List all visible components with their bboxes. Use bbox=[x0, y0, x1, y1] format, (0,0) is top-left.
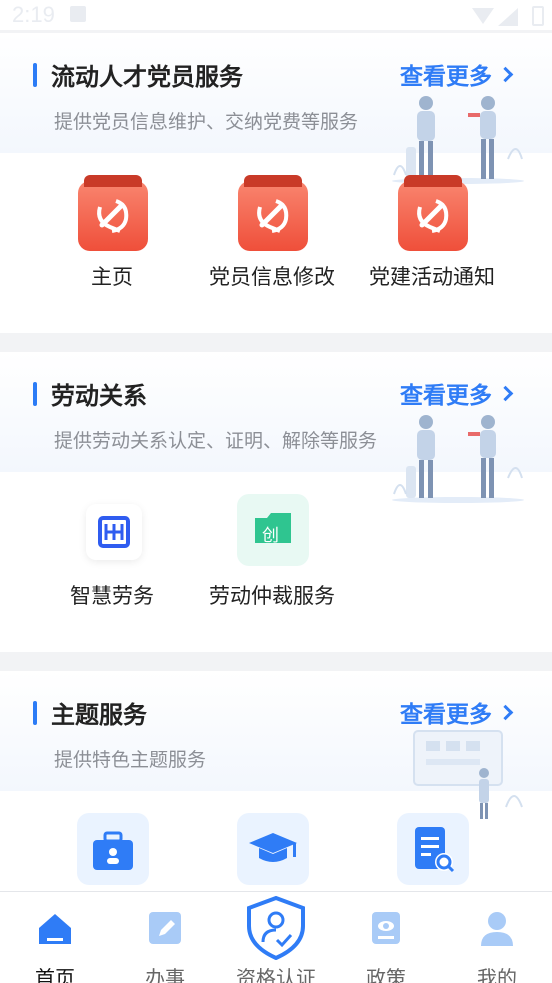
section-theme-service: 主题服务 查看更多 提供特色主题服务 bbox=[0, 671, 552, 891]
policy-book-icon bbox=[372, 912, 400, 944]
section-header: 劳动关系 查看更多 提供劳动关系认定、证明、解除等服务 bbox=[0, 352, 552, 503]
service-item-label: 党员信息修改 bbox=[209, 265, 335, 289]
signal-icon bbox=[498, 8, 518, 26]
nav-services[interactable]: 办事 bbox=[110, 892, 220, 983]
nav-label: 资格认证 bbox=[236, 966, 316, 983]
nav-label: 我的 bbox=[477, 966, 517, 983]
status-bar: 2:19 bbox=[0, 0, 552, 30]
section-party-service: 流动人才党员服务 查看更多 提供党员信息维护、交纳党费等服务 主页 党员信息修改… bbox=[0, 33, 552, 333]
home-icon bbox=[39, 914, 71, 944]
service-item-label: 劳动仲裁服务 bbox=[209, 584, 335, 608]
section-subtitle: 提供劳动关系认定、证明、解除等服务 bbox=[54, 430, 378, 452]
user-icon bbox=[481, 912, 513, 946]
service-item-label: 智慧劳务 bbox=[70, 584, 154, 608]
status-time: 2:19 bbox=[12, 2, 55, 27]
party-emblem-icon bbox=[230, 175, 308, 251]
section-title: 主题服务 bbox=[51, 701, 147, 729]
section-title: 劳动关系 bbox=[51, 382, 147, 410]
nav-label: 办事 bbox=[145, 966, 185, 983]
nav-label: 首页 bbox=[35, 966, 75, 983]
presentation-board-illustration bbox=[413, 730, 523, 819]
graduation-cap-icon bbox=[237, 813, 309, 885]
section-title: 流动人才党员服务 bbox=[51, 63, 243, 91]
people-illustration bbox=[392, 96, 524, 184]
shield-user-icon bbox=[247, 896, 305, 960]
view-more-button[interactable]: 查看更多 bbox=[400, 695, 514, 729]
nav-home[interactable]: 首页 bbox=[0, 892, 110, 983]
view-more-label: 查看更多 bbox=[400, 64, 492, 90]
section-subtitle: 提供特色主题服务 bbox=[54, 749, 207, 771]
people-illustration bbox=[392, 415, 524, 503]
section-labor-relations: 劳动关系 查看更多 提供劳动关系认定、证明、解除等服务 智慧劳务 创 劳动仲裁服… bbox=[0, 352, 552, 652]
smart-labor-icon bbox=[86, 504, 142, 560]
nav-qualification[interactable]: 资格认证 bbox=[221, 892, 331, 983]
view-more-label: 查看更多 bbox=[400, 383, 492, 409]
document-search-icon bbox=[397, 813, 469, 885]
section-accent-bar bbox=[33, 382, 37, 406]
notification-icon bbox=[70, 6, 86, 22]
bottom-navigation: 首页 办事 资格认证 政策 我的 bbox=[0, 891, 552, 983]
edit-icon bbox=[149, 912, 181, 944]
nav-mine[interactable]: 我的 bbox=[442, 892, 552, 983]
chevron-right-icon bbox=[497, 704, 514, 720]
chevron-right-icon bbox=[497, 385, 514, 401]
view-more-button[interactable]: 查看更多 bbox=[400, 376, 514, 410]
nav-label: 政策 bbox=[366, 966, 406, 983]
chevron-right-icon bbox=[497, 66, 514, 82]
battery-icon bbox=[532, 6, 544, 26]
party-emblem-icon bbox=[70, 175, 148, 251]
section-header: 流动人才党员服务 查看更多 提供党员信息维护、交纳党费等服务 bbox=[0, 33, 552, 184]
section-accent-bar bbox=[33, 701, 37, 725]
arbitration-icon: 创 bbox=[237, 494, 309, 566]
service-item-label: 主页 bbox=[91, 265, 133, 289]
wifi-icon bbox=[472, 8, 494, 24]
arbitration-badge: 创 bbox=[262, 526, 279, 546]
section-subtitle: 提供党员信息维护、交纳党费等服务 bbox=[54, 111, 359, 133]
nav-policy[interactable]: 政策 bbox=[331, 892, 441, 983]
party-emblem-icon bbox=[390, 175, 468, 251]
briefcase-icon bbox=[77, 813, 149, 885]
view-more-label: 查看更多 bbox=[400, 702, 492, 728]
section-accent-bar bbox=[33, 63, 37, 87]
service-item-label: 党建活动通知 bbox=[369, 265, 495, 289]
section-header: 主题服务 查看更多 提供特色主题服务 bbox=[0, 671, 552, 819]
view-more-button[interactable]: 查看更多 bbox=[400, 57, 514, 91]
